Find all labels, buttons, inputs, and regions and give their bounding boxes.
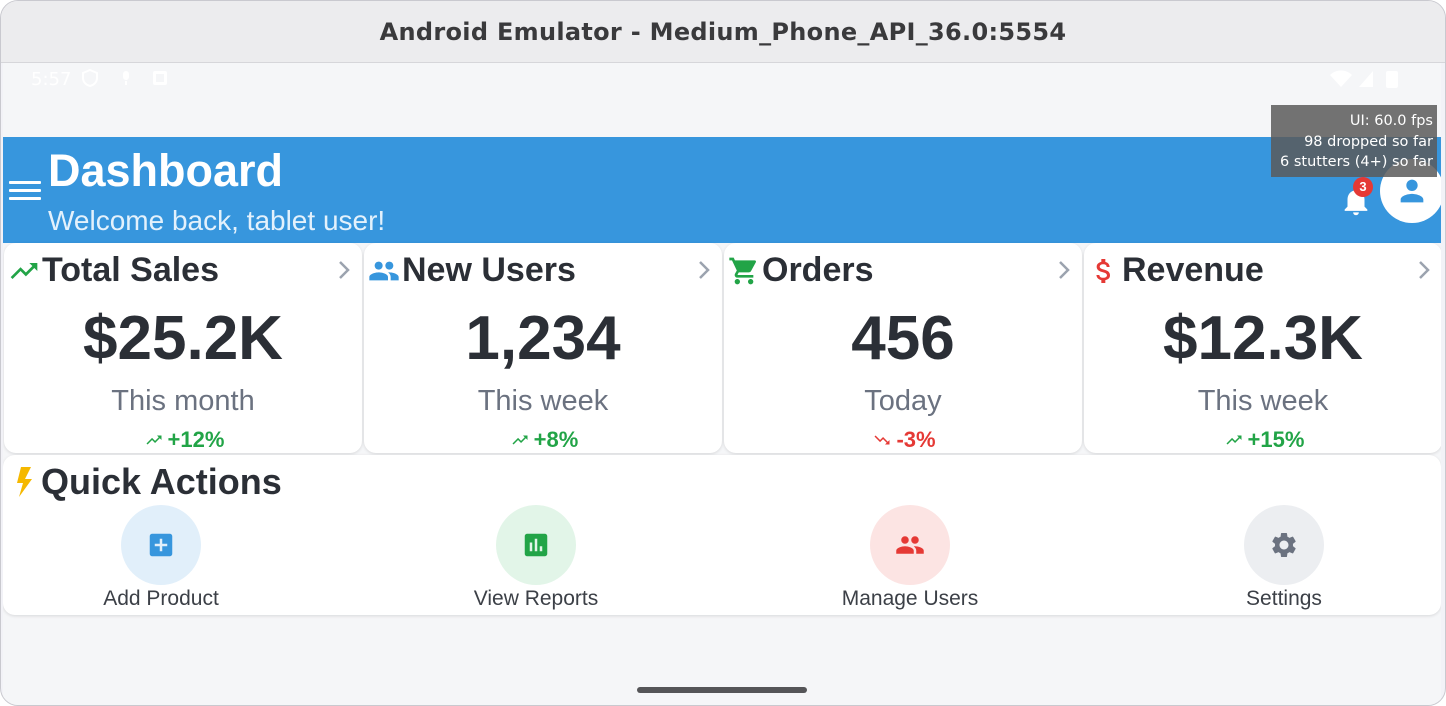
card-period: Today — [864, 385, 942, 417]
card-revenue[interactable]: Revenue $12.3K This week +15% — [1084, 243, 1441, 453]
quick-actions-panel: Quick Actions Add Product View Reports M… — [3, 455, 1441, 615]
notifications-button[interactable]: 3 — [1339, 177, 1379, 219]
action-icon-circle — [121, 505, 201, 585]
action-label: View Reports — [473, 587, 599, 610]
hamburger-line — [9, 189, 41, 192]
hamburger-menu-icon — [9, 181, 41, 184]
action-label: Add Product — [103, 587, 219, 610]
chevron-right-icon — [699, 261, 710, 279]
gear-icon — [1272, 533, 1296, 557]
card-value: $25.2K — [83, 304, 283, 373]
battery-icon — [1386, 71, 1398, 88]
trending-up-icon — [512, 435, 528, 445]
person-icon — [1400, 179, 1424, 203]
page-subtitle: Welcome back, tablet user! — [48, 205, 386, 236]
trending-up-icon — [10, 263, 38, 279]
people-icon — [896, 536, 924, 554]
chevron-right-icon — [339, 261, 350, 279]
fps-line-1: UI: 60.0 fps — [1349, 113, 1433, 129]
action-icon-circle — [1244, 505, 1324, 585]
bar-chart-icon — [524, 533, 548, 557]
trending-down-icon — [874, 435, 890, 445]
wifi-icon — [1330, 70, 1352, 87]
action-label: Settings — [1246, 587, 1322, 610]
window-title: Android Emulator - Medium_Phone_API_36.0… — [379, 17, 1067, 46]
hamburger-line — [9, 197, 41, 200]
card-change: +8% — [364, 427, 722, 453]
action-manage-users[interactable]: Manage Users — [800, 505, 1020, 615]
action-label: Manage Users — [841, 587, 979, 610]
action-add-product[interactable]: Add Product — [51, 505, 271, 615]
chevron-right-icon — [1059, 261, 1070, 279]
card-title: Orders — [762, 251, 874, 289]
card-change-value: +8% — [533, 427, 579, 452]
cart-icon — [729, 257, 757, 285]
status-time: 5:57 — [31, 69, 72, 90]
card-change: +15% — [1084, 427, 1441, 453]
action-icon-circle — [870, 505, 950, 585]
window-titlebar[interactable]: Android Emulator - Medium_Phone_API_36.0… — [1, 1, 1445, 63]
action-view-reports[interactable]: View Reports — [426, 505, 646, 615]
add-box-icon — [149, 533, 173, 557]
card-new-users[interactable]: New Users 1,234 This week +8% — [364, 243, 722, 453]
card-title: Total Sales — [42, 251, 219, 289]
status-bar: 5:57 — [3, 63, 1441, 95]
fps-line-3: 6 stutters (4+) so far — [1280, 154, 1433, 170]
card-value: 456 — [851, 304, 955, 373]
card-change-value: +15% — [1247, 427, 1305, 452]
card-period: This week — [477, 385, 609, 417]
card-title: Revenue — [1122, 251, 1264, 289]
quick-actions-title: Quick Actions — [41, 461, 282, 502]
dollar-icon — [1096, 259, 1110, 283]
dashboard-header: Dashboard Welcome back, tablet user! 3 — [3, 137, 1441, 243]
emulator-window: Android Emulator - Medium_Phone_API_36.0… — [0, 0, 1446, 706]
action-icon-circle — [496, 505, 576, 585]
device-screen: 5:57 Dashboard Welcome back, tablet user… — [3, 63, 1441, 705]
card-period: This month — [111, 385, 255, 417]
card-period: This week — [1197, 385, 1329, 417]
notification-icon — [153, 71, 167, 85]
fps-line-2: 98 dropped so far — [1304, 133, 1433, 150]
card-value: $12.3K — [1163, 304, 1363, 373]
card-orders[interactable]: Orders 456 Today -3% — [724, 243, 1082, 453]
card-total-sales[interactable]: Total Sales $25.2K This month +12% — [4, 243, 362, 453]
people-icon — [369, 261, 399, 281]
lightning-icon — [17, 467, 32, 497]
trending-up-icon — [146, 435, 162, 445]
trending-up-icon — [1226, 435, 1242, 445]
card-change-value: +12% — [167, 427, 225, 452]
card-change: +12% — [4, 427, 362, 453]
chevron-right-icon — [1419, 261, 1430, 279]
card-change: -3% — [724, 427, 1082, 453]
mic-icon — [123, 71, 129, 85]
page-title: Dashboard — [48, 145, 284, 196]
home-gesture-bar[interactable] — [637, 687, 807, 693]
stat-cards: Total Sales $25.2K This month +12% New U… — [3, 243, 1441, 453]
signal-icon — [1359, 71, 1373, 87]
card-title: New Users — [402, 251, 576, 289]
card-change-value: -3% — [896, 427, 936, 452]
notification-badge: 3 — [1353, 177, 1373, 197]
fps-overlay: UI: 60.0 fps 98 dropped so far 6 stutter… — [1271, 105, 1437, 177]
action-settings[interactable]: Settings — [1174, 505, 1394, 615]
card-value: 1,234 — [465, 304, 621, 373]
shield-icon — [82, 69, 98, 87]
menu-button[interactable] — [7, 177, 43, 203]
